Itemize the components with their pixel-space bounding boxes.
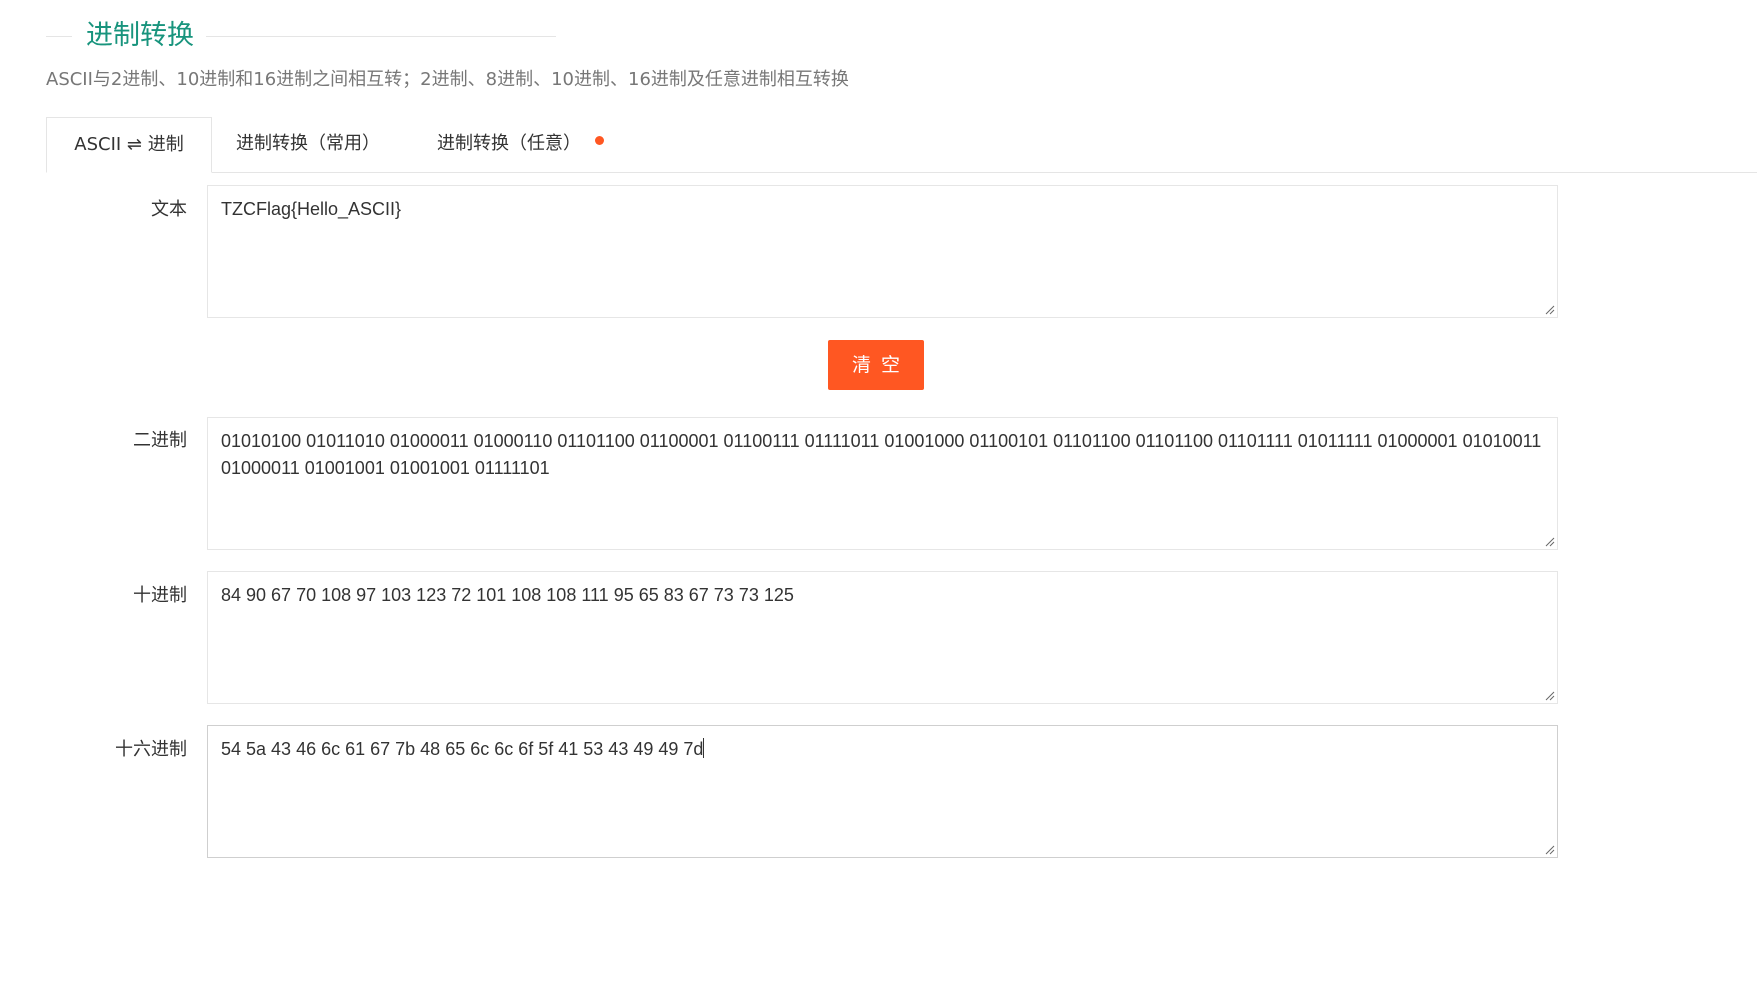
title-divider-right (206, 36, 556, 37)
page: 进制转换 ASCII与2进制、10进制和16进制之间相互转；2进制、8进制、10… (0, 0, 1757, 991)
resize-grip-icon[interactable] (1545, 537, 1555, 547)
title-divider-left (46, 36, 72, 37)
tab-common-conversion-label: 进制转换（常用） (236, 133, 380, 154)
tab-ascii-label: ASCII ⇌ 进制 (74, 134, 184, 155)
hex-value: 54 5a 43 46 6c 61 67 7b 48 65 6c 6c 6f 5… (221, 739, 704, 759)
decimal-value: 84 90 67 70 108 97 103 123 72 101 108 10… (221, 585, 794, 605)
binary-label: 二进制 (133, 430, 187, 451)
clear-button[interactable]: 清空 (828, 340, 924, 390)
hex-label: 十六进制 (115, 739, 187, 760)
binary-textarea[interactable]: 01010100 01011010 01000011 01000110 0110… (207, 417, 1558, 550)
tab-ascii[interactable]: ASCII ⇌ 进制 (46, 117, 212, 173)
tab-common-conversion[interactable]: 进制转换（常用） (236, 117, 380, 172)
text-input-value: TZCFlag{Hello_ASCII} (221, 199, 402, 219)
tab-bar: ASCII ⇌ 进制 进制转换（常用） 进制转换（任意） (46, 117, 1757, 173)
text-label: 文本 (151, 199, 187, 220)
text-caret (703, 738, 705, 758)
new-badge-dot (595, 136, 604, 145)
page-title: 进制转换 (86, 20, 194, 51)
page-title-block: 进制转换 (46, 16, 556, 56)
resize-grip-icon[interactable] (1545, 691, 1555, 701)
tab-arbitrary-conversion-label: 进制转换（任意） (437, 133, 581, 154)
decimal-label: 十进制 (133, 585, 187, 606)
tab-arbitrary-conversion[interactable]: 进制转换（任意） (437, 117, 604, 172)
resize-grip-icon[interactable] (1545, 305, 1555, 315)
hex-textarea[interactable]: 54 5a 43 46 6c 61 67 7b 48 65 6c 6c 6f 5… (207, 725, 1558, 858)
decimal-textarea[interactable]: 84 90 67 70 108 97 103 123 72 101 108 10… (207, 571, 1558, 704)
page-subtitle: ASCII与2进制、10进制和16进制之间相互转；2进制、8进制、10进制、16… (46, 69, 849, 90)
text-input[interactable]: TZCFlag{Hello_ASCII} (207, 185, 1558, 318)
resize-grip-icon[interactable] (1545, 845, 1555, 855)
binary-value: 01010100 01011010 01000011 01000110 0110… (221, 431, 1542, 478)
